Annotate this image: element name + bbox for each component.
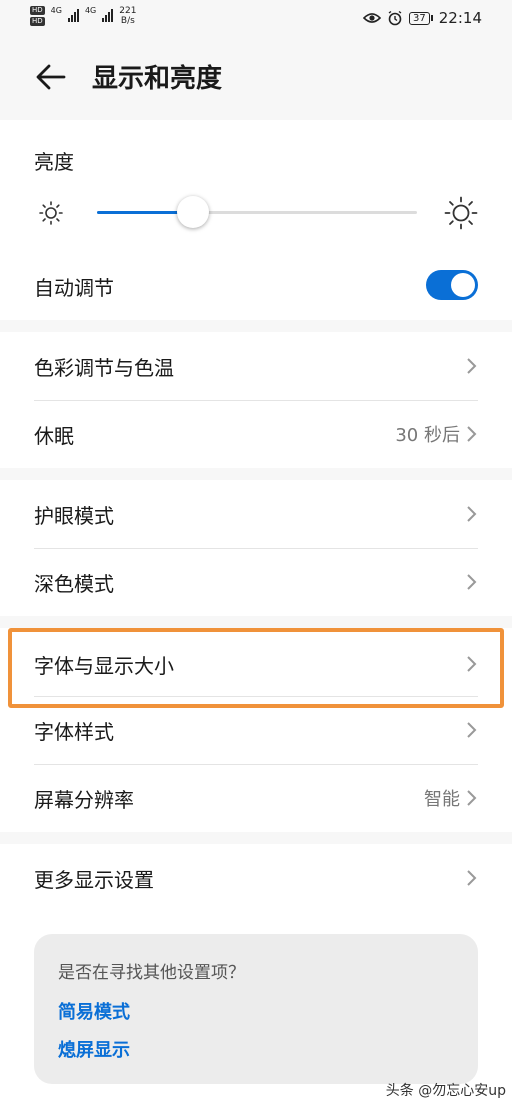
row-more-display-settings[interactable]: 更多显示设置 — [34, 844, 478, 912]
battery-level: 37 — [409, 11, 430, 25]
brightness-slider-track[interactable] — [97, 211, 417, 214]
network-speed: 221 B/s — [119, 6, 136, 26]
row-label: 护眼模式 — [34, 503, 114, 528]
auto-adjust-row[interactable]: 自动调节 — [34, 252, 478, 320]
row-label: 色彩调节与色温 — [34, 355, 174, 380]
brightness-low-icon — [39, 201, 63, 225]
row-dark-mode[interactable]: 深色模式 — [34, 548, 478, 616]
row-label: 字体样式 — [34, 719, 114, 744]
status-bar: HD HD 4G 4G 221 B/s 37 22:14 — [0, 0, 512, 40]
row-eye-comfort[interactable]: 护眼模式 — [34, 480, 478, 548]
link-always-on-display[interactable]: 熄屏显示 — [58, 1036, 130, 1062]
brightness-label: 亮度 — [34, 150, 74, 174]
eye-icon — [363, 13, 382, 23]
network-type-1: 4G — [50, 6, 62, 15]
chevron-right-icon — [467, 574, 477, 590]
hd-badge-2: HD — [30, 17, 45, 26]
network-type-2: 4G — [84, 6, 97, 15]
brightness-high-icon — [444, 196, 478, 230]
highlight-annotation-box — [8, 628, 504, 708]
alarm-icon — [388, 10, 402, 26]
back-arrow-icon[interactable] — [34, 60, 68, 94]
clock: 22:14 — [438, 9, 482, 27]
row-label: 深色模式 — [34, 571, 114, 596]
auto-adjust-label: 自动调节 — [34, 275, 114, 300]
network-speed-value: 221 — [119, 6, 137, 16]
app-header: 显示和亮度 — [0, 48, 512, 108]
hd-badge-1: HD — [30, 6, 45, 15]
row-label: 屏幕分辨率 — [34, 787, 134, 812]
row-value: 智能 — [424, 789, 460, 810]
auto-adjust-toggle[interactable] — [426, 270, 478, 300]
chevron-right-icon — [467, 426, 477, 442]
brightness-slider-thumb[interactable] — [177, 196, 209, 228]
chevron-right-icon — [467, 790, 477, 806]
row-label: 休眠 — [34, 423, 74, 448]
page-title: 显示和亮度 — [92, 64, 223, 94]
network-speed-unit: B/s — [120, 16, 135, 26]
hd-badges: HD HD — [30, 6, 45, 26]
signal-icon-2 — [102, 8, 114, 22]
battery-icon: 37 — [409, 11, 433, 25]
row-label: 更多显示设置 — [34, 867, 154, 892]
suggestion-question: 是否在寻找其他设置项？ — [58, 963, 245, 983]
status-right: 37 22:14 — [363, 9, 482, 27]
link-simple-mode[interactable]: 简易模式 — [58, 998, 130, 1024]
suggestion-card: 是否在寻找其他设置项？ 简易模式 熄屏显示 — [34, 934, 478, 1084]
signal-icon-1 — [67, 8, 79, 22]
status-left: HD HD 4G 4G 221 B/s — [30, 6, 136, 26]
row-screen-resolution[interactable]: 屏幕分辨率 智能 — [34, 764, 478, 832]
row-color-temperature[interactable]: 色彩调节与色温 — [34, 332, 478, 400]
row-sleep[interactable]: 休眠 30 秒后 — [34, 400, 478, 468]
chevron-right-icon — [467, 506, 477, 522]
watermark: 头条 @勿忘心安up — [385, 1083, 506, 1099]
row-value: 30 秒后 — [395, 425, 460, 446]
chevron-right-icon — [467, 722, 477, 738]
chevron-right-icon — [467, 358, 477, 374]
toggle-knob — [451, 273, 475, 297]
chevron-right-icon — [467, 870, 477, 886]
